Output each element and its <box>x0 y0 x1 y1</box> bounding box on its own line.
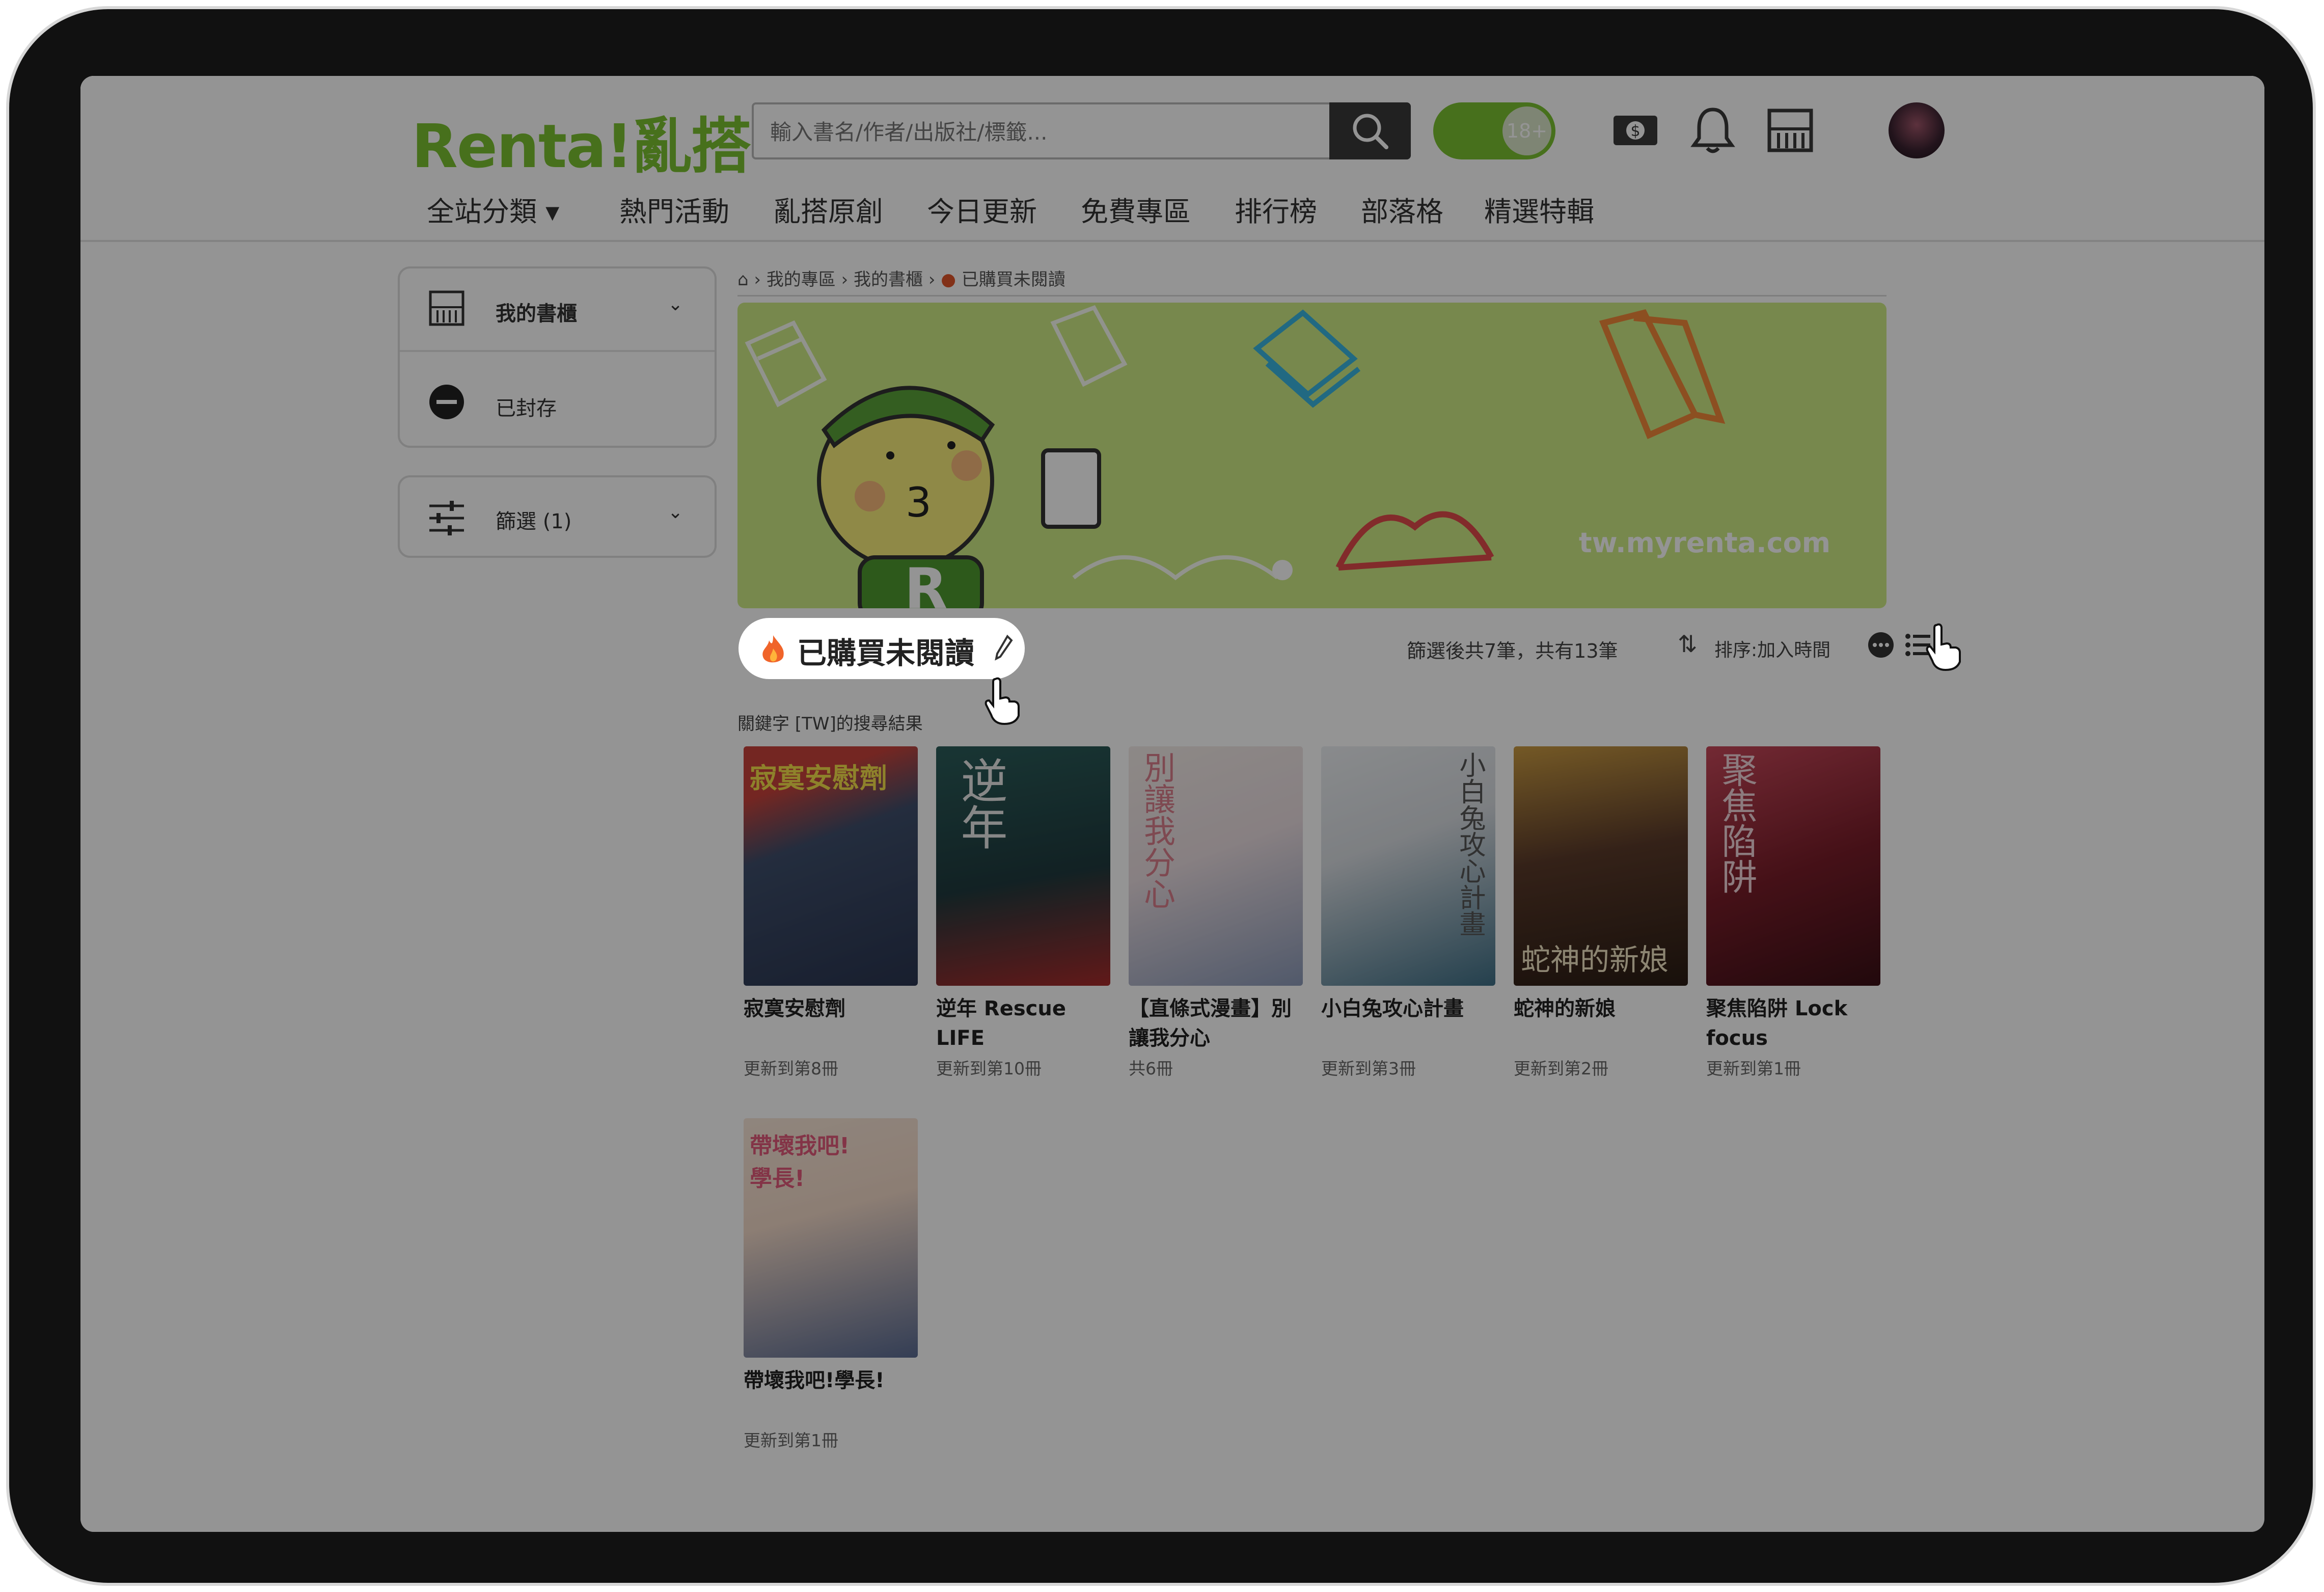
flame-icon <box>762 635 784 663</box>
list-title-highlight[interactable]: 已購買未閱讀 <box>739 618 1025 679</box>
list-title: 已購買未閱讀 <box>797 636 975 670</box>
edit-pencil-icon[interactable] <box>993 634 1014 663</box>
tour-overlay <box>80 76 2264 1532</box>
hand-cursor-icon <box>1926 623 1961 671</box>
device-frame: Renta!亂搭 18+ $ <box>6 6 2316 1586</box>
hand-cursor-icon <box>985 677 1020 725</box>
browser-screen: Renta!亂搭 18+ $ <box>80 76 2264 1532</box>
